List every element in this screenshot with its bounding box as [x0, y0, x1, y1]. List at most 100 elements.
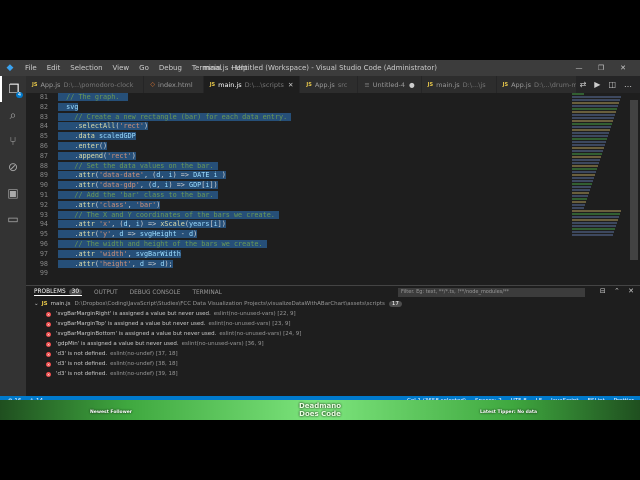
unsaved-dot-icon[interactable]: ●: [409, 81, 415, 89]
tab-path: D:\...\scripts: [244, 80, 284, 89]
line-number: 97: [39, 249, 48, 258]
code-token: attr: [78, 171, 95, 180]
menu-go[interactable]: Go: [134, 64, 154, 72]
search-icon[interactable]: ⌕: [0, 102, 26, 128]
tab-main-js[interactable]: JS main.js D:\...\scripts ✕: [203, 76, 301, 93]
problem-item[interactable]: × 'd3' is not defined. eslint(no-undef) [3…: [26, 359, 640, 369]
code-token: ): [156, 200, 161, 209]
code-line[interactable]: 97 .attr 'width', svgBarWidth: [26, 249, 570, 260]
collapse-all-icon[interactable]: ⊟: [600, 287, 606, 295]
menu-view[interactable]: View: [108, 64, 135, 72]
code-text: .attr 'x', (d, i) => xScale(years[i]): [58, 220, 226, 229]
more-actions-icon[interactable]: …: [620, 80, 636, 89]
code-token: ) =>: [168, 181, 189, 190]
code-line[interactable]: 81 // The graph.: [26, 93, 570, 103]
minimap-line: [572, 108, 617, 110]
close-panel-icon[interactable]: ✕: [628, 287, 634, 295]
code-token: svg: [58, 102, 79, 111]
minimap[interactable]: [572, 93, 628, 293]
panel-tab-output[interactable]: OUTPUT: [94, 290, 118, 296]
tab-app-js[interactable]: JS App.js D:\...\pomodoro-clock: [26, 76, 145, 93]
minimap-line: [572, 105, 618, 107]
menu-file[interactable]: File: [20, 64, 42, 72]
code-line[interactable]: 85 .data scaledGDP: [26, 132, 570, 142]
problem-item[interactable]: × 'd3' is not defined. eslint(no-undef) [3…: [26, 369, 640, 379]
problem-item[interactable]: × 'svgBarMarginTop' is assigned a value b…: [26, 319, 640, 329]
panel-tab-label: TERMINAL: [192, 289, 222, 296]
code-token: data: [78, 132, 95, 141]
menu-debug[interactable]: Debug: [154, 64, 187, 72]
remote-explorer-icon[interactable]: ▭: [0, 206, 26, 232]
split-editor-icon[interactable]: ◫: [604, 80, 620, 89]
code-line[interactable]: 92 .attr('class', 'bar'): [26, 200, 570, 211]
code-token: .: [58, 171, 79, 180]
menu-edit[interactable]: Edit: [42, 64, 66, 72]
vscode-window: ◆ File Edit Selection View Go Debug Terminal He…: [0, 60, 640, 420]
problem-item[interactable]: × 'd3' is not defined. eslint(no-undef) [3…: [26, 349, 640, 359]
source-control-icon[interactable]: ⑂: [0, 128, 26, 154]
code-line[interactable]: 90 .attr('data-gdp', (d, i) => GDP[i]): [26, 181, 570, 191]
minimap-line: [572, 138, 607, 140]
code-line[interactable]: 96 // The width and height of the bars w…: [26, 239, 570, 250]
code-token: .: [58, 141, 79, 150]
minimap-line: [572, 204, 585, 206]
code-token: 'y': [98, 230, 112, 239]
problems-file-row[interactable]: ⌄ JS main.js D:\Dropbox\Coding\JavaScrip…: [26, 299, 640, 309]
code-line[interactable]: 99: [26, 269, 570, 279]
code-line[interactable]: 86 .enter(): [26, 141, 570, 152]
close-icon[interactable]: ✕: [612, 64, 634, 72]
maximize-icon[interactable]: ❐: [590, 64, 612, 72]
code-text: // The X and Y coordinates of the bars w…: [58, 210, 279, 219]
minimap-line: [572, 186, 591, 188]
panel-tab-problems[interactable]: PROBLEMS 30: [34, 289, 83, 296]
menu-selection[interactable]: Selection: [65, 64, 107, 72]
problem-item[interactable]: × 'svgBarMarginBottom' is assigned a valu…: [26, 329, 640, 339]
code-line[interactable]: 82 svg: [26, 102, 570, 113]
editor-scrollbar[interactable]: [630, 100, 638, 260]
menu-help[interactable]: Help: [227, 64, 253, 72]
tab-index-html[interactable]: ◇ index.html: [144, 76, 204, 93]
code-line[interactable]: 87 .append('rect'): [26, 151, 570, 162]
explorer-badge: 4: [15, 92, 23, 98]
code-line[interactable]: 83 // Create a new rectangle (bar) for e…: [26, 112, 570, 123]
minimap-line: [572, 183, 592, 185]
minimize-icon[interactable]: —: [568, 64, 590, 72]
problem-item[interactable]: × 'gdpMin' is assigned a value but never …: [26, 339, 640, 349]
code-token: ,: [127, 249, 136, 258]
extensions-icon[interactable]: ▣: [0, 180, 26, 206]
problem-message: 'svgBarMarginRight' is assigned a value …: [56, 311, 211, 317]
problems-count-badge: 30: [68, 289, 83, 295]
menu-terminal[interactable]: Terminal: [187, 64, 227, 72]
tab-untitled-4[interactable]: ≡ Untitled-4 ●: [358, 76, 422, 93]
panel-tab-terminal[interactable]: TERMINAL: [192, 290, 221, 296]
code-token: 'width': [98, 249, 128, 258]
code-line[interactable]: 95 .attr('y', d => svgHeight - d): [26, 230, 570, 240]
tab-label: main.js: [436, 80, 460, 89]
minimap-line: [572, 93, 584, 95]
code-line[interactable]: 98 .attr('height', d => d);: [26, 259, 570, 270]
compare-icon[interactable]: ⇄: [576, 80, 591, 89]
minimap-line: [572, 102, 619, 104]
tab-label: App.js: [511, 80, 532, 89]
debug-icon[interactable]: ⊘: [0, 154, 26, 180]
error-icon: ×: [46, 331, 51, 337]
code-line[interactable]: 89 .attr('data-date', (d, i) => DATE i ): [26, 171, 570, 181]
menu-bar: File Edit Selection View Go Debug Terminal Help: [20, 64, 252, 72]
panel-tab-debug-console[interactable]: DEBUG CONSOLE: [130, 290, 181, 296]
code-line[interactable]: 88 // Set the data values on the bar.: [26, 161, 570, 172]
tab-main-js[interactable]: JS main.js D:\...\js: [421, 76, 497, 93]
problem-item[interactable]: × 'svgBarMarginRight' is assigned a value…: [26, 309, 640, 319]
close-tab-icon[interactable]: ✕: [288, 81, 293, 89]
tab-app-js[interactable]: JS App.js src: [300, 76, 359, 93]
activity-bar: ❐4 ⌕ ⑂ ⊘ ▣ ▭ ⚙: [0, 76, 26, 412]
run-icon[interactable]: ▶: [590, 80, 604, 89]
explorer-icon[interactable]: ❐ 4: [0, 76, 26, 102]
problems-filter-input[interactable]: Filter. Eg: text, **/*.ts, !**/node_modu…: [398, 288, 585, 297]
code-line[interactable]: 84 .selectAll('rect'): [26, 122, 570, 132]
maximize-panel-icon[interactable]: ⌃: [614, 287, 620, 295]
code-line[interactable]: 94 .attr 'x', (d, i) => xScale(years[i]): [26, 220, 570, 230]
minimap-line: [572, 132, 609, 134]
code-line[interactable]: 91 // Add the 'bar' class to the bar.: [26, 190, 570, 201]
code-line[interactable]: 93 // The X and Y coordinates of the bar…: [26, 210, 570, 221]
code-token: , (: [143, 171, 157, 180]
